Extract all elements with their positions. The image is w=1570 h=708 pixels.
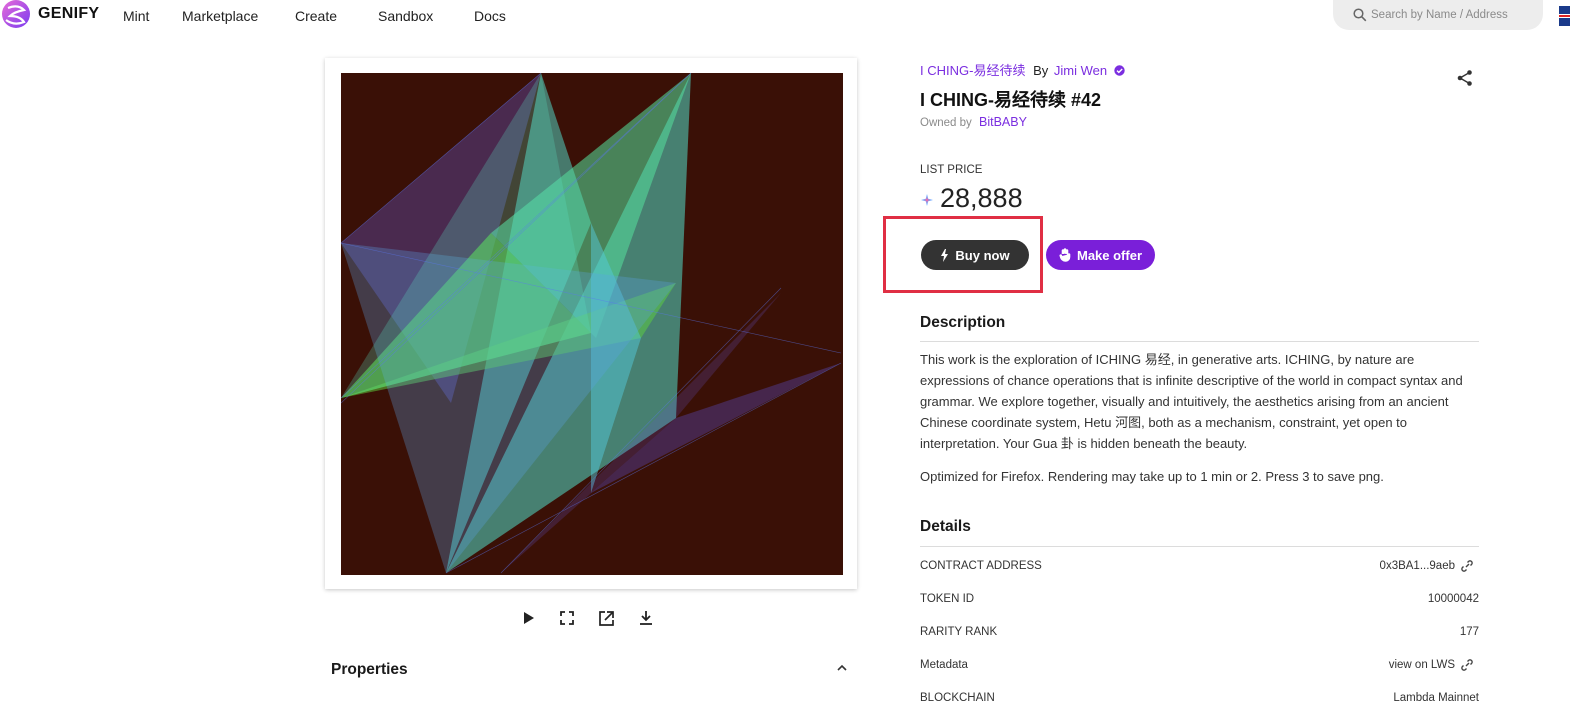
description-title: Description [920, 314, 1006, 331]
search-icon [1353, 8, 1367, 22]
details-title: Details [920, 518, 971, 535]
open-external-icon[interactable] [594, 606, 618, 630]
share-icon[interactable] [1456, 69, 1474, 87]
chevron-up-icon[interactable] [836, 662, 848, 674]
collection-link[interactable]: I CHING-易经待续 [920, 63, 1025, 78]
verified-badge-icon [1114, 65, 1125, 76]
language-flag-icon[interactable] [1559, 6, 1570, 26]
details-divider [920, 546, 1479, 547]
detail-row-metadata: Metadata view on LWS [920, 659, 1479, 675]
currency-icon [921, 194, 933, 206]
by-label: By [1033, 63, 1049, 78]
detail-label: TOKEN ID [920, 593, 975, 605]
list-price-label: LIST PRICE [920, 164, 983, 176]
fullscreen-icon[interactable] [555, 606, 579, 630]
search-input[interactable] [1371, 5, 1531, 25]
detail-value: 0x3BA1...9aeb [1380, 560, 1473, 572]
top-nav: GENIFY Mint Marketplace Create Sandbox D… [0, 0, 1570, 34]
search-bar[interactable] [1333, 0, 1543, 30]
creator-link[interactable]: Jimi Wen [1054, 63, 1107, 78]
artwork-image[interactable] [341, 73, 843, 575]
detail-label: RARITY RANK [920, 626, 998, 638]
detail-row-contract-address: CONTRACT ADDRESS 0x3BA1...9aeb [920, 560, 1479, 576]
properties-title: Properties [331, 661, 408, 678]
nav-link-docs[interactable]: Docs [474, 8, 506, 24]
description-text: This work is the exploration of ICHING 易… [920, 352, 1463, 451]
detail-label: BLOCKCHAIN [920, 692, 995, 704]
play-icon[interactable] [517, 606, 541, 630]
hand-icon [1059, 248, 1071, 262]
make-offer-label: Make offer [1076, 247, 1143, 263]
detail-row-blockchain: BLOCKCHAIN Lambda Mainnet [920, 692, 1479, 708]
owned-by-label: Owned by [920, 117, 972, 129]
detail-label: CONTRACT ADDRESS [920, 560, 1042, 572]
contract-address-value[interactable]: 0x3BA1...9aeb [1380, 560, 1455, 572]
nav-link-create[interactable]: Create [295, 8, 337, 24]
price-value: 28,888 [940, 183, 1023, 213]
link-icon[interactable] [1461, 659, 1473, 671]
nav-link-mint[interactable]: Mint [123, 8, 149, 24]
buy-now-button[interactable]: Buy now [921, 240, 1029, 270]
detail-row-token-id: TOKEN ID 10000042 [920, 593, 1479, 609]
description-divider [920, 341, 1479, 342]
detail-label: Metadata [920, 659, 968, 671]
genify-logo-icon[interactable] [0, 0, 33, 32]
artwork-card [325, 58, 857, 589]
detail-value: 10000042 [1427, 593, 1479, 605]
detail-row-rarity-rank: RARITY RANK 177 [920, 626, 1479, 642]
detail-value: Lambda Mainnet [1393, 692, 1479, 704]
link-icon[interactable] [1461, 560, 1473, 572]
detail-value: 177 [1459, 626, 1479, 638]
nav-link-marketplace[interactable]: Marketplace [182, 8, 258, 24]
collection-line: I CHING-易经待续 By Jimi Wen [920, 60, 1125, 79]
metadata-link[interactable]: view on LWS [1389, 659, 1455, 671]
brand-name[interactable]: GENIFY [38, 5, 99, 23]
lightning-icon [941, 248, 949, 262]
detail-value: view on LWS [1389, 659, 1473, 671]
nav-link-sandbox[interactable]: Sandbox [378, 8, 433, 24]
make-offer-button[interactable]: Make offer [1046, 240, 1155, 270]
nft-title: I CHING-易经待续 #42 [920, 90, 1102, 110]
owned-by-line: Owned by BitBABY [920, 115, 1027, 129]
owner-link[interactable]: BitBABY [979, 115, 1027, 129]
buy-now-label: Buy now [955, 247, 1010, 263]
description-note: Optimized for Firefox. Rendering may tak… [920, 469, 1384, 484]
download-icon[interactable] [634, 606, 658, 630]
